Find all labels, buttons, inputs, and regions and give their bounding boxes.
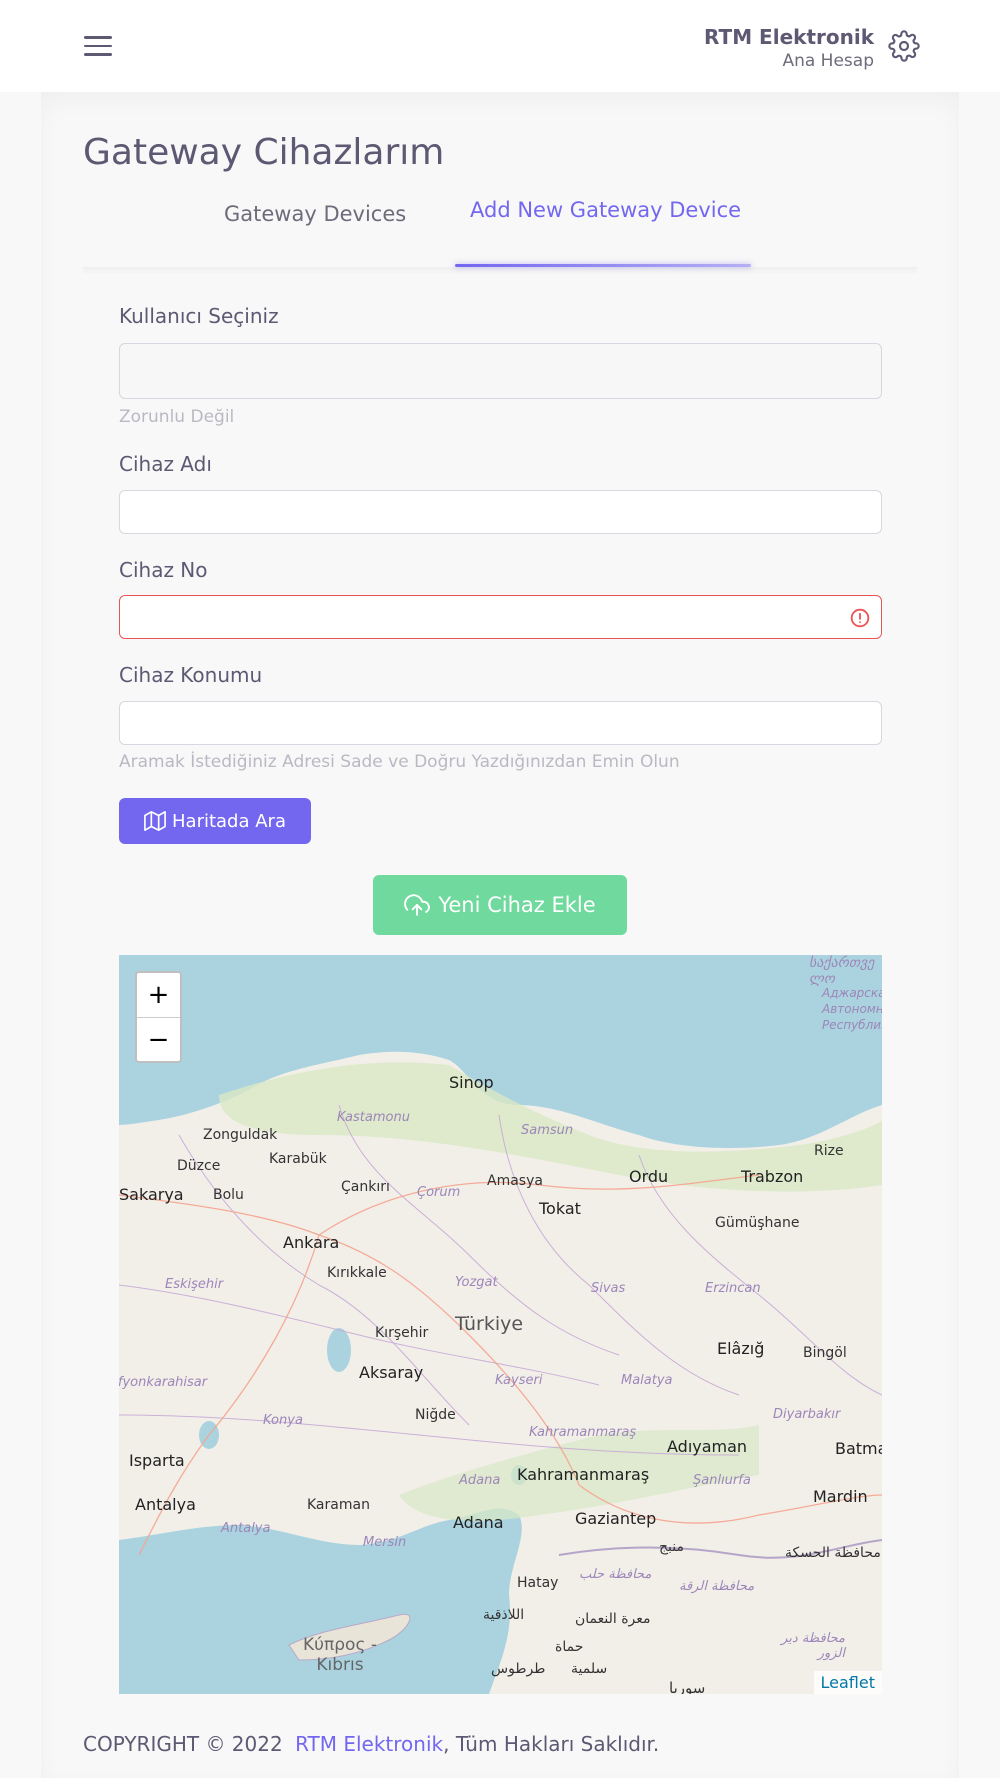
map-label: Mardin [813,1487,868,1506]
map-label: محافظة الحسكة [785,1545,881,1561]
map-label: Karabük [269,1151,327,1167]
map-label: საქართველო [809,955,875,987]
map-view[interactable]: Sinop Zonguldak Kastamonu Samsun Rize Ka… [119,955,882,1694]
map-label: Tokat [539,1199,581,1218]
map-label: Rize [814,1143,844,1159]
rights-text: , Tüm Hakları Saklıdır. [443,1732,660,1756]
user-role: Ana Hesap [782,51,874,71]
map-label: Κύπρος - Kıbrıs [303,1635,377,1675]
map-label: Sivas [591,1281,626,1296]
user-select[interactable] [119,343,882,399]
map-icon [144,811,166,831]
map-label: Sakarya [119,1185,184,1204]
map-label: Kayseri [495,1373,543,1388]
map-label: منبج [659,1539,684,1555]
map-label: Antalya [135,1495,196,1514]
map-label: Zonguldak [203,1127,278,1143]
map-label: Kırıkkale [327,1265,387,1281]
map-label: Sinop [449,1073,494,1092]
map-label: Düzce [177,1158,221,1174]
top-navbar: RTM Elektronik Ana Hesap [0,0,1000,92]
device-no-label: Cihaz No [119,558,208,582]
map-label: Eskişehir [165,1277,224,1292]
map-label: Elâzığ [717,1339,765,1358]
map-label: Şanlıurfa [693,1473,751,1488]
map-label: Samsun [521,1123,574,1138]
map-label: طرطوس [491,1661,546,1677]
map-label: Mersin [363,1535,407,1550]
error-icon [850,608,870,628]
map-label: Kahramanmaraş [517,1465,650,1484]
search-on-map-label: Haritada Ara [172,810,286,832]
map-label: Adana [459,1473,501,1488]
map-label: حماة [555,1639,584,1655]
main-content: Gateway Cihazlarım Gateway Devices Add N… [41,92,959,1778]
search-on-map-button[interactable]: Haritada Ara [119,798,311,844]
add-device-button[interactable]: Yeni Cihaz Ekle [373,875,627,935]
map-label: Çorum [417,1185,461,1200]
map-label: Amasya [487,1173,543,1189]
user-select-label: Kullanıcı Seçiniz [119,304,279,328]
map-label: Malatya [621,1373,673,1388]
user-name: RTM Elektronik [704,25,874,49]
map-label: Gaziantep [575,1509,657,1528]
gear-icon[interactable] [888,30,920,62]
map-label: Bingöl [803,1345,847,1361]
device-location-input[interactable] [119,701,882,745]
footer: COPYRIGHT © 2022 RTM Elektronik, Tüm Hak… [83,1732,659,1756]
map-label: Ordu [629,1167,669,1186]
user-select-hint: Zorunlu Değil [119,407,235,427]
company-link[interactable]: RTM Elektronik [295,1732,443,1756]
copyright-text: COPYRIGHT © 2022 [83,1732,283,1756]
map-label: Kırşehir [375,1325,429,1341]
map-label: اللاذقية [483,1607,525,1623]
map-label: Yozgat [455,1275,498,1290]
zoom-in-button[interactable]: + [137,973,180,1017]
map-label: Antalya [221,1521,271,1536]
map-label: Bolu [213,1187,244,1203]
map-label: Kastamonu [337,1110,410,1125]
device-location-hint: Aramak İstediğiniz Adresi Sade ve Doğru … [119,752,680,772]
map-label: Adıyaman [667,1437,748,1456]
device-name-input[interactable] [119,490,882,534]
tabs-divider [83,267,917,275]
map-label: Afyonkarahisar [119,1375,208,1390]
map-label: Batman [835,1439,882,1458]
map-label: Konya [263,1413,303,1428]
add-device-label: Yeni Cihaz Ekle [438,893,596,917]
map-label: سلمية [571,1661,608,1677]
map-label: Ankara [283,1233,340,1252]
map-label: سوريا [669,1679,706,1694]
map-label: Niğde [415,1407,456,1423]
map-label: Kahramanmaraş [529,1425,637,1440]
zoom-control: + − [135,971,182,1063]
map-label: محافظة دير الزور [781,1631,845,1661]
user-info[interactable]: RTM Elektronik Ana Hesap [704,24,874,72]
map-label: Türkiye [455,1313,524,1335]
map-label: Isparta [129,1451,185,1470]
map-label: Diyarbakır [773,1407,841,1422]
tab-gateway-devices[interactable]: Gateway Devices [224,202,406,226]
tab-add-new-gateway-device[interactable]: Add New Gateway Device [470,198,741,222]
map-label: معرة النعمان [575,1611,651,1627]
menu-icon[interactable] [84,36,112,58]
map-label: Gümüşhane [715,1215,800,1231]
map-label: محافظة حلب [579,1567,652,1582]
upload-cloud-icon [404,894,431,916]
page-title: Gateway Cihazlarım [83,132,445,173]
map-attribution-link[interactable]: Leaflet [813,1671,882,1694]
map-label: Erzincan [705,1281,761,1296]
map-label: Adana [453,1513,504,1532]
map-label: Aksaray [359,1363,424,1382]
map-label: Аджарская Автономная Республика [822,986,882,1032]
device-location-label: Cihaz Konumu [119,663,263,687]
device-no-input[interactable] [119,595,882,639]
map-label: Hatay [517,1575,559,1591]
map-label: Karaman [307,1497,370,1513]
device-name-label: Cihaz Adı [119,452,212,476]
map-label: Trabzon [741,1167,804,1186]
map-label: محافظة الرقة [679,1579,755,1594]
map-label: Çankırı [341,1179,390,1195]
zoom-out-button[interactable]: − [137,1017,180,1061]
